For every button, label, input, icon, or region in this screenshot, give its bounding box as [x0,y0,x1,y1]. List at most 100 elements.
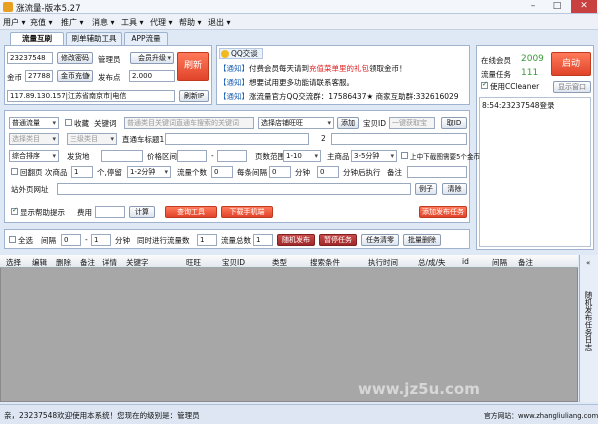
notice-tag: 【通知】 [219,92,249,101]
col-wangwang[interactable]: 旺旺 [186,257,201,268]
col-baobei-id[interactable]: 宝贝ID [222,257,245,268]
col-select[interactable]: 选择 [6,257,21,268]
notice-text-after: 领取金币！ [369,64,407,73]
notice-text: 想要试用更多功能请联系客服。 [249,78,354,87]
ship-from-input[interactable] [101,150,143,162]
col-delete[interactable]: 删除 [56,257,71,268]
menu-user[interactable]: 用户 ▾ [3,17,26,28]
col-total[interactable]: 总/成/失 [418,257,446,268]
menu-promote[interactable]: 推广 ▾ [61,17,84,28]
menu-help[interactable]: 帮助 ▾ [179,17,202,28]
change-password-button[interactable]: 修改密码 [57,52,93,64]
upload-screenshot-checkbox[interactable] [401,152,408,159]
log-box[interactable]: 8:54:23237548登录 [479,97,591,247]
sync-stepper[interactable]: 1 [197,234,217,246]
total-label: 流量总数 [221,236,251,245]
close-button[interactable]: ✕ [571,0,597,13]
upload-screenshot-label: 上中下截图需要5个金币 [410,153,481,161]
back-page-checkbox[interactable] [11,168,18,175]
flow-count-stepper[interactable]: 0 [211,166,233,178]
task-clear-button[interactable]: 任务清零 [361,234,399,246]
example-button[interactable]: 例子 [415,183,437,195]
interval-stepper[interactable]: 0 [269,166,291,178]
col-exec-time[interactable]: 执行时间 [368,257,398,268]
add-task-button[interactable]: 添加发布任务 [419,206,467,218]
refresh-button[interactable]: 刷新 [177,52,209,81]
query-tool-button[interactable]: 查询工具 [165,206,217,218]
calculate-button[interactable]: 计算 [129,206,155,218]
site-url-input[interactable] [57,183,411,195]
select-all-checkbox[interactable] [9,236,16,243]
random-publish-button[interactable]: 随机发布 [277,234,315,246]
refresh-ip-button[interactable]: 刷新IP [179,90,209,102]
stay-select[interactable]: 1-2分钟 [127,166,171,178]
username-field[interactable]: 23237548 [7,52,53,64]
batch-delete-button[interactable]: 批量删除 [403,234,441,246]
batch-minutes-label: 分钟 [115,236,130,245]
col-keyword[interactable]: 关键字 [126,257,149,268]
secondary-count-stepper[interactable]: 1 [71,166,93,178]
tab-flow-exchange[interactable]: 流量互刷 [10,32,64,45]
main-item-stay-select[interactable]: 3-5分钟 [351,150,397,162]
interval-from-stepper[interactable]: 0 [61,234,81,246]
tab-app-flow[interactable]: APP流量 [124,32,168,45]
batch-interval-label: 间隔 [41,236,56,245]
menu-message[interactable]: 消息 ▾ [92,17,115,28]
col-remark-2[interactable]: 备注 [518,257,533,268]
col-id[interactable]: id [462,257,469,266]
col-interval[interactable]: 间隔 [492,257,507,268]
flow-type-select[interactable]: 普通流量 [9,117,59,129]
delay-stepper[interactable]: 0 [317,166,339,178]
shop-select[interactable]: 选择店铺旺旺 [258,117,334,129]
interval-label: 每条间隔 [237,168,267,177]
price-range-label: 价格区间 [147,152,177,161]
col-search-cond[interactable]: 搜索条件 [310,257,340,268]
remark-input[interactable] [407,166,467,178]
account-panel: 23237548 修改密码 管理员 会员升级 刷新 金币 27788 金币充值 … [4,45,212,105]
col-detail[interactable]: 详情 [102,257,117,268]
pause-task-button[interactable]: 暂停任务 [319,234,357,246]
category-select[interactable]: 选择类目 [9,133,59,145]
total-stepper[interactable]: 1 [253,234,273,246]
add-button[interactable]: 添加 [337,117,359,129]
qq-chat-button[interactable]: QQ交谈 [219,48,263,59]
show-window-button[interactable]: 显示窗口 [553,81,591,93]
task-table[interactable] [0,255,578,402]
menu-tools[interactable]: 工具 ▾ [121,17,144,28]
ztc-title-input[interactable] [165,133,309,145]
mobile-download-button[interactable]: 下载手机端 [221,206,273,218]
keyword-input[interactable]: 普通类目关键词直通车搜索的关键词 [124,117,254,129]
notice-line-2: 【通知】想要试用更多功能请联系客服。 [219,77,354,88]
menu-exit[interactable]: 退出 ▾ [208,17,231,28]
sort-select[interactable]: 综合排序 [9,150,59,162]
baobei-id-input[interactable]: 一键获取宝 [389,117,435,129]
side-log-tab[interactable]: « 随机发布任务日志 [579,255,598,402]
col-type[interactable]: 类型 [272,257,287,268]
clear-button[interactable]: 清除 [442,183,467,195]
menu-recharge[interactable]: 充值 ▾ [30,17,53,28]
ccleaner-checkbox[interactable] [481,80,488,89]
price-min-input[interactable] [177,150,207,162]
maximize-button[interactable]: □ [546,0,568,13]
remark-label: 备注 [387,168,402,177]
start-button[interactable]: 启动 [551,52,591,76]
col-remark[interactable]: 备注 [80,257,95,268]
tab-order-tools[interactable]: 刷单辅助工具 [66,32,122,45]
price-max-input[interactable] [217,150,247,162]
notice-text: 付费会员每天请到 [249,64,309,73]
table-header: 选择 编辑 删除 备注 详情 关键字 旺旺 宝贝ID 类型 搜索条件 执行时间 … [0,255,578,268]
col-edit[interactable]: 编辑 [32,257,47,268]
interval-to-stepper[interactable]: 1 [91,234,111,246]
help-hint-checkbox[interactable] [11,206,18,215]
ztc-title-input-2[interactable] [331,133,467,145]
site-url-label: 站外页网址 [11,185,49,194]
official-site[interactable]: 官方网站：www.zhangliuliang.com [484,410,598,420]
menu-agent[interactable]: 代理 ▾ [150,17,173,28]
page-range-select[interactable]: 1-10 [283,150,321,162]
favorite-checkbox[interactable] [65,119,72,126]
third-category-select[interactable]: 三级类目 [67,133,117,145]
upgrade-button[interactable]: 会员升级 [130,52,174,64]
recharge-button[interactable]: 金币充值 [57,70,93,82]
minimize-button[interactable]: – [522,0,544,13]
fetch-id-button[interactable]: 取ID [441,117,467,129]
